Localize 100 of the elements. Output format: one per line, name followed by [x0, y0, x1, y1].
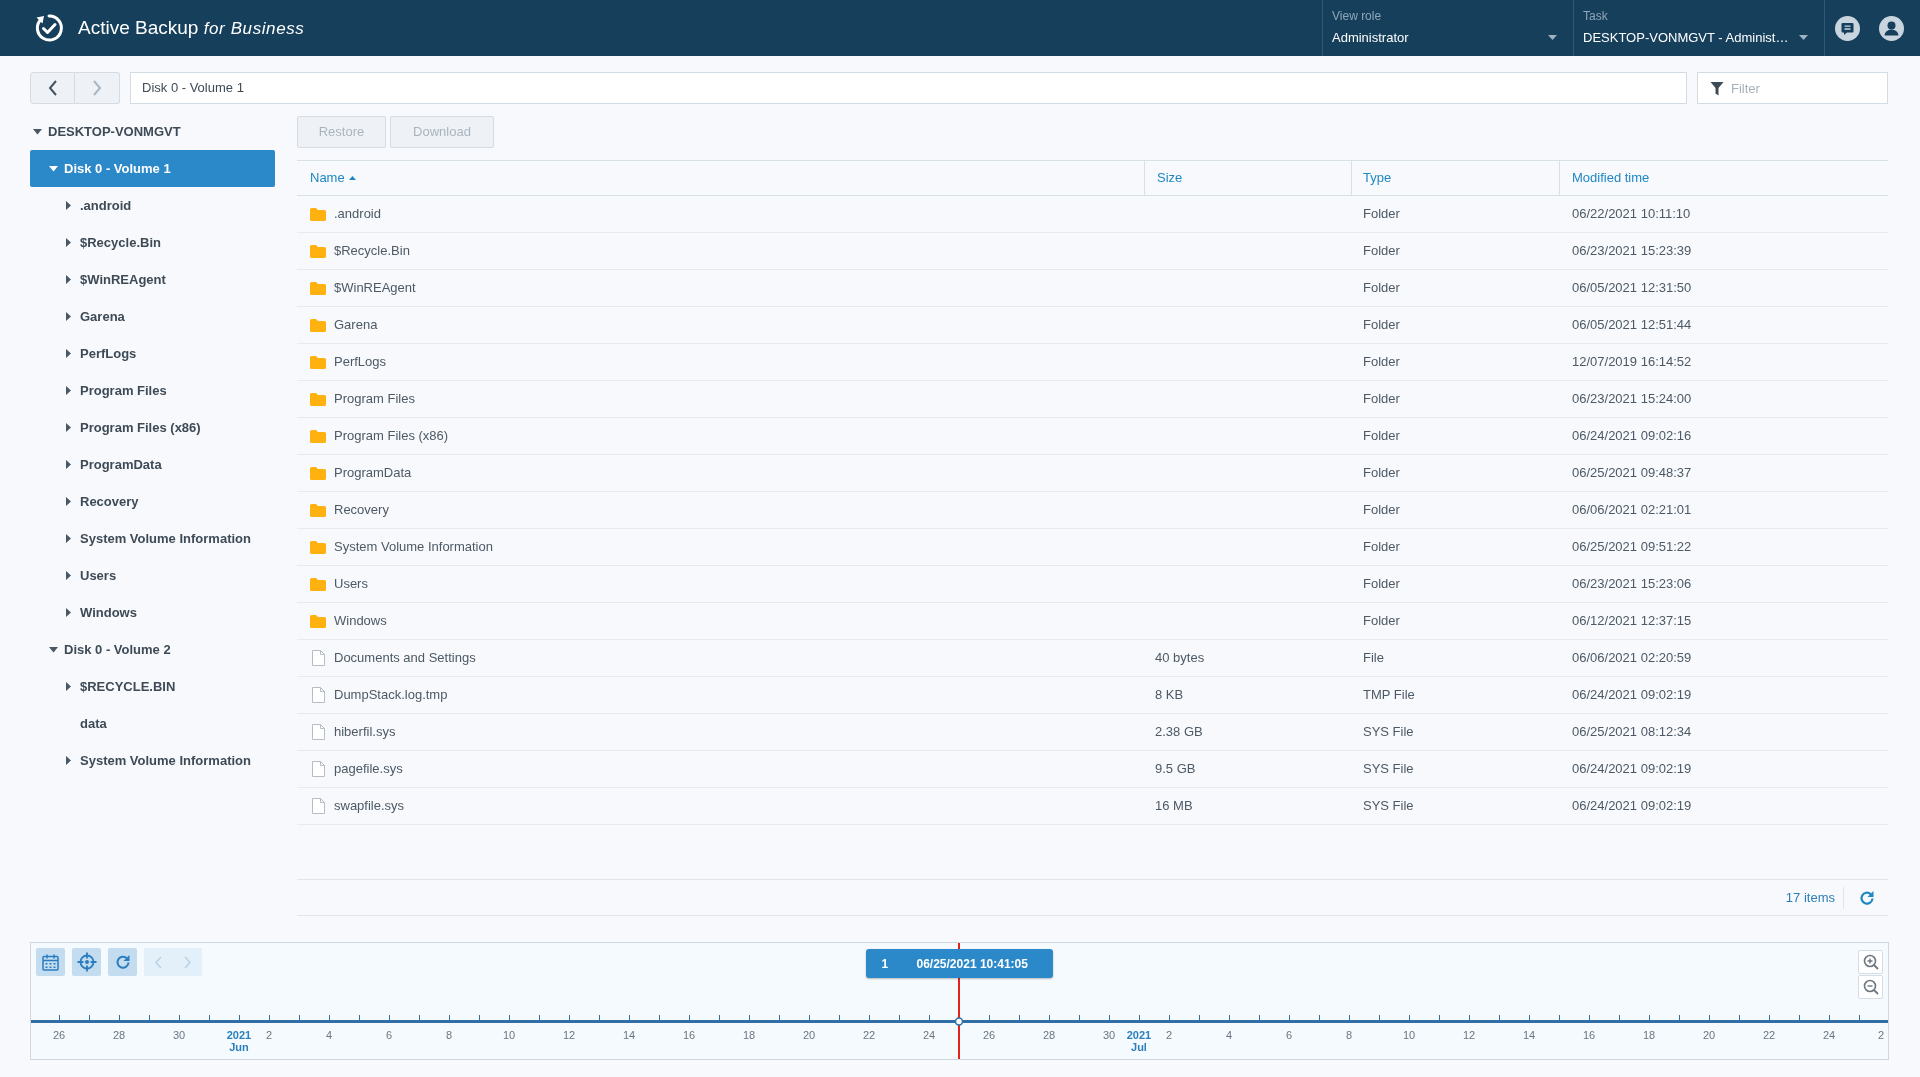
date-label: 22: [1762, 1029, 1776, 1043]
file-size: 2.38 GB: [1155, 723, 1203, 742]
tree-item[interactable]: .android: [30, 187, 275, 224]
refresh-icon: [114, 954, 131, 970]
column-header[interactable]: Size: [1144, 161, 1351, 195]
date-label: 24: [1822, 1029, 1836, 1043]
file-icon: [311, 761, 325, 777]
date-label: 28: [1042, 1029, 1056, 1043]
folder-icon: [310, 577, 326, 591]
file-type: Folder: [1363, 612, 1400, 631]
file-name: PerfLogs: [334, 353, 387, 372]
month-label: 2021 Jul: [1126, 1029, 1152, 1053]
chat-icon: [1835, 15, 1860, 41]
file-name: Program Files (x86): [334, 427, 449, 446]
modified-time: 06/05/2021 12:51:44: [1572, 316, 1692, 335]
tree-item[interactable]: Recovery: [30, 483, 275, 520]
tree-item[interactable]: Program Files (x86): [30, 409, 275, 446]
file-size: 40 bytes: [1155, 649, 1205, 668]
modified-time: 06/22/2021 10:11:10: [1572, 205, 1691, 224]
folder-icon: [310, 318, 326, 332]
date-label: 16: [1582, 1029, 1596, 1043]
zoom-out-button[interactable]: [1858, 975, 1883, 999]
folder-icon: [310, 466, 326, 480]
path-bar[interactable]: Disk 0 - Volume 1: [130, 72, 1687, 104]
modified-time: 06/23/2021 15:24:00: [1572, 390, 1692, 409]
locate-button[interactable]: [72, 948, 101, 976]
filter-icon: [1710, 81, 1724, 96]
app-title: Active Backup for Business: [78, 15, 305, 40]
column-header[interactable]: Name: [297, 161, 1144, 195]
tree-item[interactable]: ProgramData: [30, 446, 275, 483]
account-button[interactable]: [1879, 15, 1904, 41]
tree-item[interactable]: DESKTOP-VONMGVT: [30, 113, 275, 150]
tree-item[interactable]: $WinREAgent: [30, 261, 275, 298]
file-type: Folder: [1363, 538, 1400, 557]
date-label: 18: [742, 1029, 756, 1043]
filter-field[interactable]: Filter: [1697, 72, 1888, 104]
back-button[interactable]: [30, 72, 75, 104]
view-role-dropdown[interactable]: Administrator: [1332, 29, 1557, 46]
tree-item[interactable]: data: [30, 705, 275, 742]
messages-button[interactable]: [1835, 15, 1860, 41]
file-type: Folder: [1363, 464, 1400, 483]
file-type: Folder: [1363, 427, 1400, 446]
file-name: Program Files: [334, 390, 415, 409]
tree-item[interactable]: Program Files: [30, 372, 275, 409]
tree-item[interactable]: $Recycle.Bin: [30, 224, 275, 261]
date-label: 2: [265, 1029, 273, 1043]
tree-item[interactable]: System Volume Information: [30, 520, 275, 557]
file-name: ProgramData: [334, 464, 412, 483]
folder-icon: [310, 355, 326, 369]
modified-time: 06/23/2021 15:23:39: [1572, 242, 1692, 261]
modified-time: 06/24/2021 09:02:16: [1572, 427, 1692, 446]
file-name: Windows: [334, 612, 387, 631]
tree-item[interactable]: PerfLogs: [30, 335, 275, 372]
modified-time: 06/12/2021 12:37:15: [1572, 612, 1692, 631]
date-label: 28: [112, 1029, 126, 1043]
file-icon: [311, 687, 325, 703]
refresh-button[interactable]: [108, 948, 137, 976]
tree-item[interactable]: $RECYCLE.BIN: [30, 668, 275, 705]
file-type: Folder: [1363, 242, 1400, 261]
caret-down-icon: [1548, 35, 1557, 40]
refresh-button[interactable]: [1858, 888, 1876, 907]
date-label: 8: [1345, 1029, 1353, 1043]
file-name: Recovery: [334, 501, 389, 520]
date-label: 22: [862, 1029, 876, 1043]
version-count: 1: [880, 955, 890, 973]
modified-time: 06/23/2021 15:23:06: [1572, 575, 1692, 594]
file-type: Folder: [1363, 501, 1400, 520]
zoom-in-button[interactable]: [1858, 950, 1883, 974]
calendar-button[interactable]: [36, 948, 65, 976]
column-header[interactable]: Type: [1351, 161, 1559, 195]
date-label: 16: [682, 1029, 696, 1043]
file-size: 8 KB: [1155, 686, 1184, 705]
chevron-left-icon: [155, 955, 162, 969]
task-dropdown[interactable]: DESKTOP-VONMGVT - Administ…: [1583, 29, 1808, 46]
tree-item[interactable]: Users: [30, 557, 275, 594]
folder-icon: [310, 207, 326, 221]
column-header[interactable]: Modified time: [1559, 161, 1888, 195]
tree-item[interactable]: System Volume Information: [30, 742, 275, 779]
file-type: TMP File: [1363, 686, 1415, 705]
file-name: swapfile.sys: [334, 797, 405, 816]
modified-time: 06/25/2021 09:48:37: [1572, 464, 1692, 483]
tree-item[interactable]: Windows: [30, 594, 275, 631]
file-type: Folder: [1363, 279, 1400, 298]
tree-item[interactable]: Garena: [30, 298, 275, 335]
file-type: SYS File: [1363, 797, 1414, 816]
tree-item[interactable]: Disk 0 - Volume 1: [30, 150, 275, 187]
item-count: 17 items: [1785, 888, 1835, 907]
file-type: File: [1363, 649, 1384, 668]
file-name: $WinREAgent: [334, 279, 416, 298]
date-label: 18: [1642, 1029, 1656, 1043]
user-icon: [1879, 15, 1904, 41]
date-label: 10: [502, 1029, 516, 1043]
file-name: Garena: [334, 316, 378, 335]
file-name: hiberfil.sys: [334, 723, 396, 742]
modified-time: 06/05/2021 12:31:50: [1572, 279, 1692, 298]
file-name: System Volume Information: [334, 538, 493, 557]
tree-item[interactable]: Disk 0 - Volume 2: [30, 631, 275, 668]
chevron-right-icon: [184, 955, 191, 969]
folder-icon: [310, 281, 326, 295]
file-type: Folder: [1363, 353, 1400, 372]
